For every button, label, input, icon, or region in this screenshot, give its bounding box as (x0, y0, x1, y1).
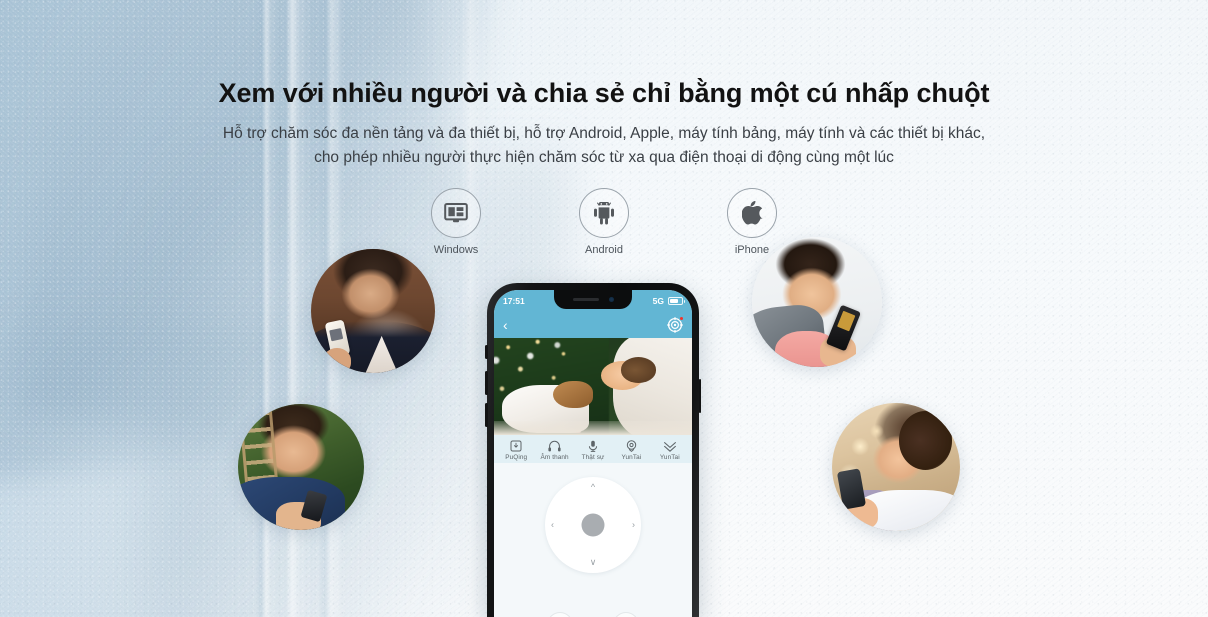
battery-icon (668, 297, 685, 305)
chevron-down-icon[interactable]: ∨ (590, 558, 597, 567)
photo-woman-right-scene (832, 403, 960, 531)
video-feed[interactable] (494, 338, 692, 435)
phone-mute-switch[interactable] (485, 345, 488, 359)
control-pane: ^ ∨ ‹ › (494, 463, 692, 617)
chevron-right-icon[interactable]: › (632, 520, 635, 530)
photo-man-left (238, 404, 364, 530)
dpad-center-button[interactable] (581, 513, 605, 537)
photo-woman-right-phone (836, 467, 866, 510)
gear-icon[interactable] (667, 316, 684, 333)
windows-icon (444, 202, 468, 224)
toolbar-label-more: YunTai (659, 453, 680, 461)
phone-volume-down[interactable] (485, 403, 488, 427)
video-floor (494, 421, 692, 435)
toolbar-item-screenshot[interactable]: PuQing (497, 440, 535, 461)
toolbar-label-screenshot: PuQing (505, 453, 528, 461)
earpiece-speaker (572, 298, 599, 301)
photo-woman-left-hand (323, 348, 351, 373)
phone-power-button[interactable] (698, 379, 701, 413)
video-dog-head (553, 380, 593, 408)
photo-woman-right (832, 403, 960, 531)
secondary-button-row (494, 612, 692, 617)
platform-icon-ring-windows (431, 188, 481, 238)
page-subtitle-line-1: Hỗ trợ chăm sóc đa nền tảng và đa thiết … (222, 125, 986, 142)
photo-man-left-scene (238, 404, 364, 530)
screenshot-icon (497, 440, 535, 453)
photo-woman-left-scene (311, 249, 435, 373)
toolbar-label-audio: Âm thanh (540, 453, 569, 461)
feature-toolbar: PuQing Âm thanh Thật sự YunTai YunTai (494, 435, 692, 463)
page-title: Xem với nhiều người và chia sẻ chỉ bằng … (218, 78, 990, 108)
status-bar-network: 5G (652, 296, 664, 306)
toolbar-item-more[interactable]: YunTai (651, 440, 689, 461)
platform-list: Windows Android (0, 188, 1208, 256)
phone-mockup: 17:51 5G ‹ PuQing Âm thanh Thật sự YunTa… (485, 283, 701, 617)
chevron-up-icon[interactable]: ^ (591, 483, 595, 492)
toolbar-label-mic: Thật sự (581, 453, 605, 461)
video-girl-hair (620, 357, 657, 383)
page-subtitle-line-2: cho phép nhiều người thực hiện chăm sóc … (314, 149, 894, 166)
toolbar-item-mic[interactable]: Thật sự (574, 440, 612, 461)
round-button-right[interactable] (613, 612, 639, 617)
platform-item-windows[interactable]: Windows (404, 188, 508, 256)
toolbar-label-pan: YunTai (621, 453, 642, 461)
photo-woman-right-hair (898, 410, 953, 470)
toolbar-item-pan[interactable]: YunTai (612, 440, 650, 461)
apple-icon (741, 201, 763, 225)
platform-icon-ring-iphone (727, 188, 777, 238)
round-button-left[interactable] (547, 612, 573, 617)
front-camera-icon (608, 297, 614, 302)
headphone-icon (535, 440, 573, 453)
chevron-left-icon[interactable]: ‹ (551, 520, 554, 530)
camera-pan-icon (612, 440, 650, 453)
phone-volume-up[interactable] (485, 371, 488, 395)
status-bar: 17:51 5G (494, 290, 692, 312)
toolbar-item-audio[interactable]: Âm thanh (535, 440, 573, 461)
phone-screen: 17:51 5G ‹ PuQing Âm thanh Thật sự YunTa… (494, 290, 692, 617)
phone-notch (554, 290, 632, 309)
android-icon (593, 201, 615, 225)
promo-banner: Xem với nhiều người và chia sẻ chỉ bằng … (0, 0, 1208, 617)
direction-pad[interactable]: ^ ∨ ‹ › (545, 477, 641, 573)
status-bar-time: 17:51 (503, 296, 525, 306)
platform-label-android: Android (585, 244, 623, 256)
photo-man-right (752, 237, 882, 367)
platform-item-android[interactable]: Android (552, 188, 656, 256)
app-bar: ‹ (494, 312, 692, 338)
platform-icon-ring-android (579, 188, 629, 238)
photo-man-right-scene (752, 237, 882, 367)
photo-woman-left (311, 249, 435, 373)
microphone-icon (574, 440, 612, 453)
phone-body: 17:51 5G ‹ PuQing Âm thanh Thật sự YunTa… (485, 283, 701, 617)
chevron-double-down-icon (651, 440, 689, 453)
chevron-left-icon[interactable]: ‹ (503, 318, 508, 332)
status-bar-indicators: 5G (652, 296, 685, 306)
page-subtitle: Hỗ trợ chăm sóc đa nền tảng và đa thiết … (154, 122, 1054, 170)
notification-badge (679, 316, 684, 321)
